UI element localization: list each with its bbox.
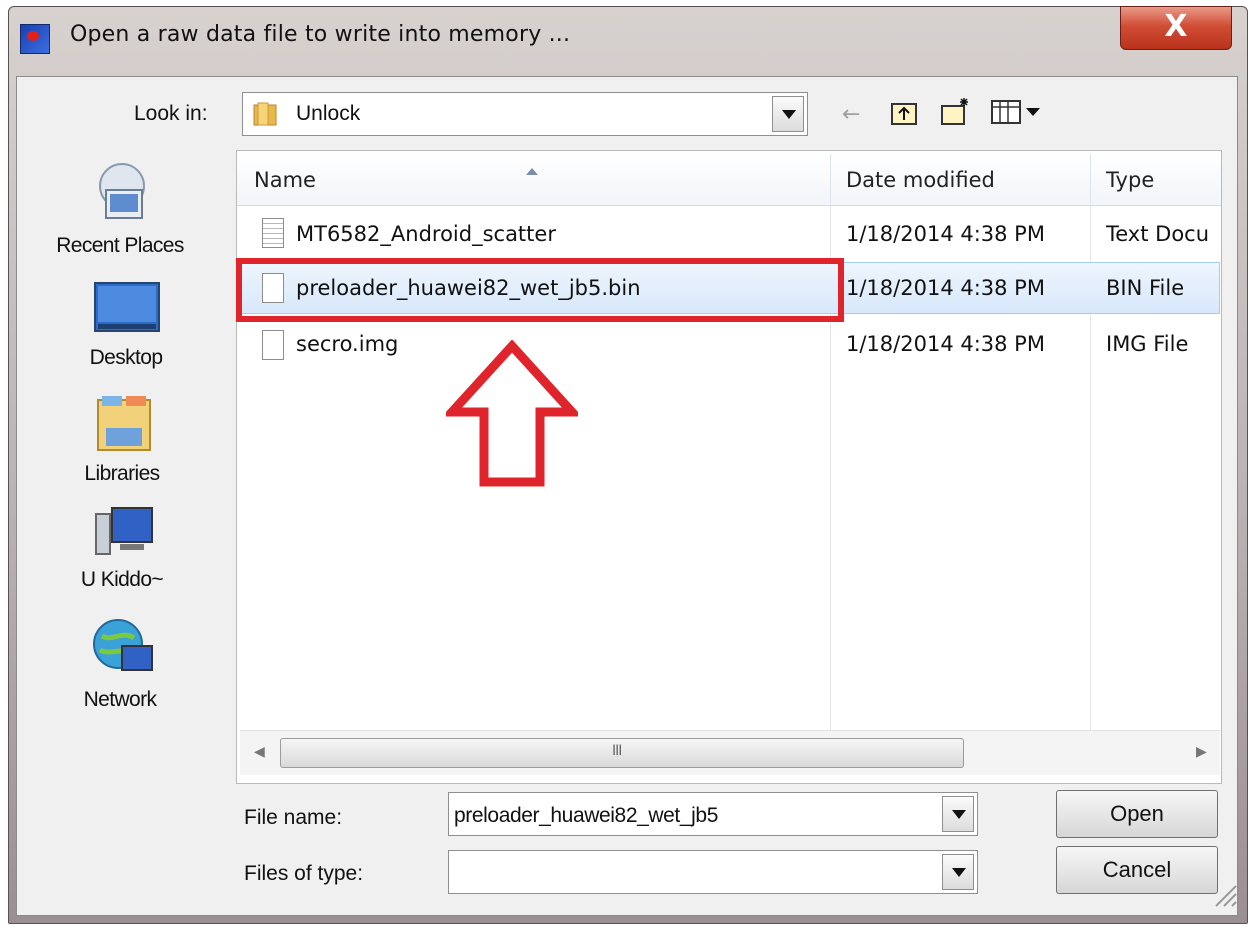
column-divider xyxy=(830,152,831,760)
file-type: BIN File xyxy=(1106,276,1185,300)
place-label: Recent Places xyxy=(56,234,184,257)
column-header-type[interactable]: Type xyxy=(1106,168,1154,192)
file-type-dropdown-button[interactable] xyxy=(942,854,974,890)
resize-grip-icon[interactable] xyxy=(1208,872,1238,912)
scroll-right-icon[interactable]: ▶ xyxy=(1196,744,1207,760)
file-type: IMG File xyxy=(1106,332,1189,356)
look-in-dropdown-button[interactable] xyxy=(772,96,804,132)
column-divider xyxy=(1090,152,1091,760)
list-header xyxy=(237,151,1221,206)
recent-places-icon xyxy=(99,163,145,219)
libraries-icon xyxy=(97,396,151,451)
place-label: U Kiddo~ xyxy=(80,568,164,591)
chevron-down-icon xyxy=(952,868,966,877)
close-icon: X xyxy=(1164,9,1188,44)
place-label: Libraries xyxy=(84,462,160,485)
view-menu-icon[interactable] xyxy=(990,98,1046,126)
scroll-left-icon[interactable]: ◀ xyxy=(254,744,265,760)
file-date: 1/18/2014 4:38 PM xyxy=(846,276,1045,300)
sort-ascending-icon xyxy=(526,168,538,175)
look-in-label: Look in: xyxy=(134,102,208,125)
file-type-select[interactable] xyxy=(448,850,978,894)
file-date: 1/18/2014 4:38 PM xyxy=(846,332,1045,356)
text-file-icon xyxy=(262,218,284,248)
new-folder-icon[interactable] xyxy=(940,96,972,126)
open-button[interactable]: Open xyxy=(1056,790,1218,838)
file-icon xyxy=(262,330,284,360)
file-name-dropdown-button[interactable] xyxy=(942,796,974,832)
up-arrow-icon xyxy=(446,340,578,487)
look-in-value: Unlock xyxy=(296,102,361,125)
file-name-value: preloader_huawei82_wet_jb5 xyxy=(454,804,718,827)
app-icon xyxy=(20,24,50,54)
chevron-down-icon xyxy=(782,110,796,119)
window-title: Open a raw data file to write into memor… xyxy=(70,22,571,47)
column-header-name[interactable]: Name xyxy=(254,168,316,192)
up-folder-icon[interactable] xyxy=(890,98,918,126)
place-label: Desktop xyxy=(89,346,163,369)
chevron-down-icon xyxy=(952,810,966,819)
file-type: Text Docu xyxy=(1106,222,1210,246)
file-name-label: File name: xyxy=(244,806,343,829)
back-arrow-icon[interactable]: ← xyxy=(842,102,860,127)
scrollbar-grip: III xyxy=(612,743,622,759)
header-separator[interactable] xyxy=(1090,154,1091,204)
scrollbar-thumb[interactable] xyxy=(280,738,964,768)
desktop-icon xyxy=(94,282,160,332)
file-name[interactable]: secro.img xyxy=(296,332,398,356)
folder-icon xyxy=(253,102,277,126)
place-label: Network xyxy=(83,688,157,711)
network-icon xyxy=(93,619,153,671)
cancel-button[interactable]: Cancel xyxy=(1056,846,1218,894)
column-header-date[interactable]: Date modified xyxy=(846,168,995,192)
file-date: 1/18/2014 4:38 PM xyxy=(846,222,1045,246)
computer-icon xyxy=(95,507,153,555)
header-separator[interactable] xyxy=(830,154,831,204)
close-button[interactable]: X xyxy=(1120,6,1232,50)
highlight-box xyxy=(236,258,844,322)
file-type-label: Files of type: xyxy=(244,862,364,885)
file-name[interactable]: MT6582_Android_scatter xyxy=(296,222,556,246)
